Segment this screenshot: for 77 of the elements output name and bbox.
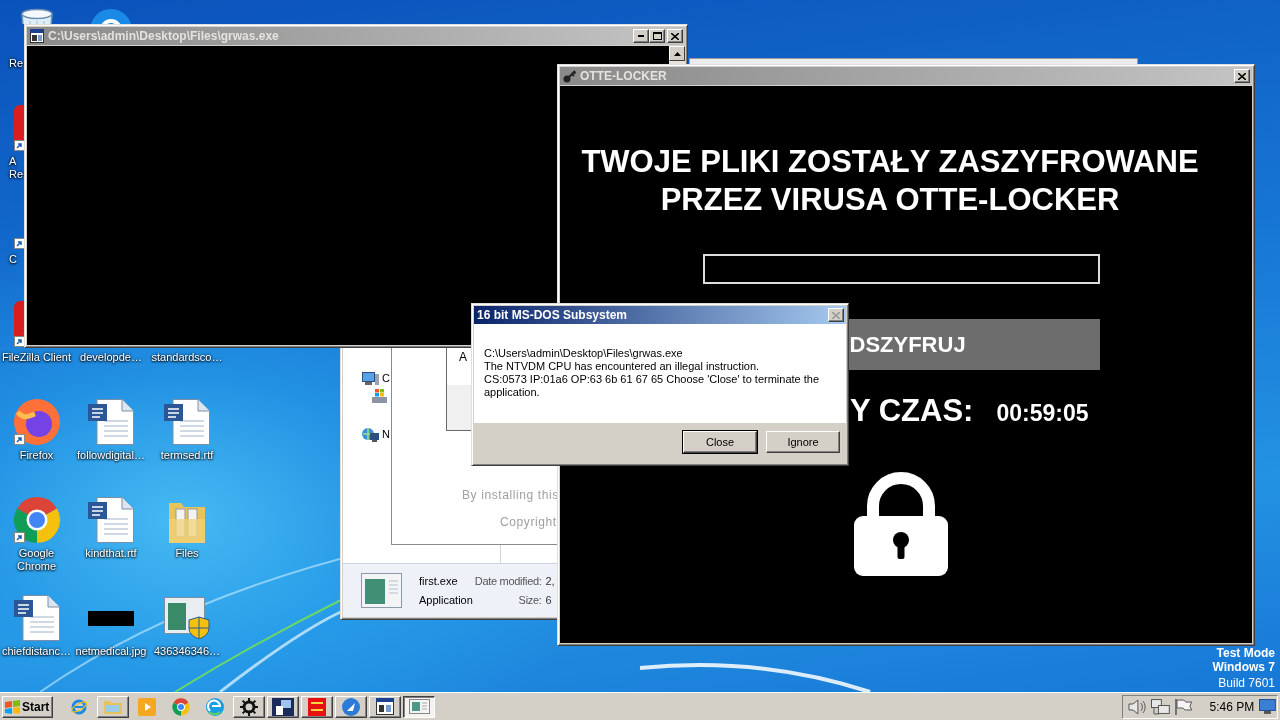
maximize-button[interactable]: [649, 29, 665, 43]
close-icon: [671, 32, 679, 40]
browser-icon[interactable]: [172, 697, 190, 716]
computer-icon[interactable]: [362, 372, 379, 385]
document-icon[interactable]: [88, 497, 134, 543]
icon-label[interactable]: FileZilla Client: [1, 351, 72, 364]
icon-label[interactable]: A Re: [9, 155, 24, 181]
file-name: first.exe: [419, 573, 459, 589]
icon-label[interactable]: chiefdistanc…: [1, 645, 72, 658]
console-icon[interactable]: [376, 698, 394, 715]
icon-label[interactable]: developde…: [80, 351, 142, 364]
installer-icon[interactable]: [164, 597, 210, 639]
taskbar-button[interactable]: [403, 695, 435, 718]
close-button[interactable]: [828, 308, 844, 322]
flag-icon: [5, 699, 20, 714]
maximize-icon: [652, 32, 662, 40]
browser-icon[interactable]: [12, 496, 61, 544]
close-button[interactable]: [1234, 69, 1250, 83]
dialog-button[interactable]: Ignore: [766, 431, 840, 453]
window-title: C:\Users\admin\Desktop\Files\grwas.exe: [48, 29, 279, 43]
field-value: 6: [545, 592, 553, 608]
field-label: Date modified:: [474, 573, 542, 589]
gear-icon[interactable]: [240, 697, 258, 716]
minimize-button[interactable]: [633, 29, 649, 43]
application-icon: [361, 573, 402, 608]
app-icon[interactable]: [272, 697, 294, 716]
icon-label[interactable]: Firefox: [19, 449, 54, 462]
network-icon[interactable]: [1150, 698, 1170, 715]
window-title: 16 bit MS-DOS Subsystem: [477, 308, 628, 322]
key-icon: [563, 69, 576, 83]
test-mode-text: Build 7601: [1218, 676, 1275, 690]
icon-label[interactable]: 436346346…: [153, 645, 221, 658]
icon-label[interactable]: Google Chrome: [0, 547, 73, 573]
browser-icon[interactable]: [13, 399, 60, 445]
icon-label[interactable]: termsed.rtf: [160, 449, 214, 462]
document-icon[interactable]: [13, 595, 60, 641]
icon-label[interactable]: netmedical.jpg: [75, 645, 147, 658]
padlock-icon: [854, 471, 948, 576]
icon-label[interactable]: Re: [9, 57, 24, 70]
icon-label[interactable]: standardsco…: [151, 351, 223, 364]
ransom-heading: TWOJE PLIKI ZOSTAŁY ZASZYFROWANE PRZEZ VIRUSA OTTE-LOCKER: [581, 143, 1199, 219]
field-label: Size:: [517, 592, 542, 608]
footer-text: By installing this: [462, 489, 560, 502]
icon-label[interactable]: kindthat.rtf: [85, 547, 137, 560]
minimize-icon: [638, 35, 644, 37]
timer-label: Y CZAS:: [850, 392, 974, 430]
test-mode-text: Windows 7: [1212, 660, 1275, 674]
nav-item[interactable]: N: [382, 426, 390, 443]
icon-label[interactable]: Files: [175, 547, 199, 560]
close-icon: [1238, 72, 1246, 80]
icon-label[interactable]: C: [9, 253, 17, 266]
up-arrow-icon: [673, 51, 681, 56]
document-icon[interactable]: [88, 399, 134, 445]
window-title: OTTE-LOCKER: [580, 69, 667, 83]
compass-icon[interactable]: [342, 697, 360, 716]
file-type: Application: [419, 592, 473, 608]
start-button[interactable]: Start: [2, 695, 53, 718]
console-icon: [30, 29, 44, 43]
close-button[interactable]: [667, 29, 683, 43]
flag-icon[interactable]: [1174, 698, 1193, 715]
icon-label[interactable]: followdigital…: [77, 449, 145, 462]
key-input-field[interactable]: [702, 254, 1100, 284]
footer-text: Copyright: [500, 516, 558, 529]
countdown-timer: 00:59:05: [996, 399, 1089, 427]
field-value: 2,: [545, 573, 555, 589]
test-mode-text: Test Mode: [1216, 646, 1275, 660]
dialog-button[interactable]: Close: [683, 431, 757, 453]
clock-text[interactable]: 5:46 PM: [1209, 697, 1255, 716]
browser-icon[interactable]: [206, 697, 224, 716]
network-icon[interactable]: [362, 427, 379, 442]
speaker-icon[interactable]: [1128, 698, 1146, 715]
drive-icon[interactable]: [372, 388, 387, 403]
image-thumbnail[interactable]: [88, 610, 134, 626]
document-icon[interactable]: [164, 399, 210, 445]
monitor-icon[interactable]: [1259, 699, 1276, 714]
nav-item[interactable]: C: [382, 370, 390, 387]
scroll-up-button[interactable]: [669, 46, 685, 61]
